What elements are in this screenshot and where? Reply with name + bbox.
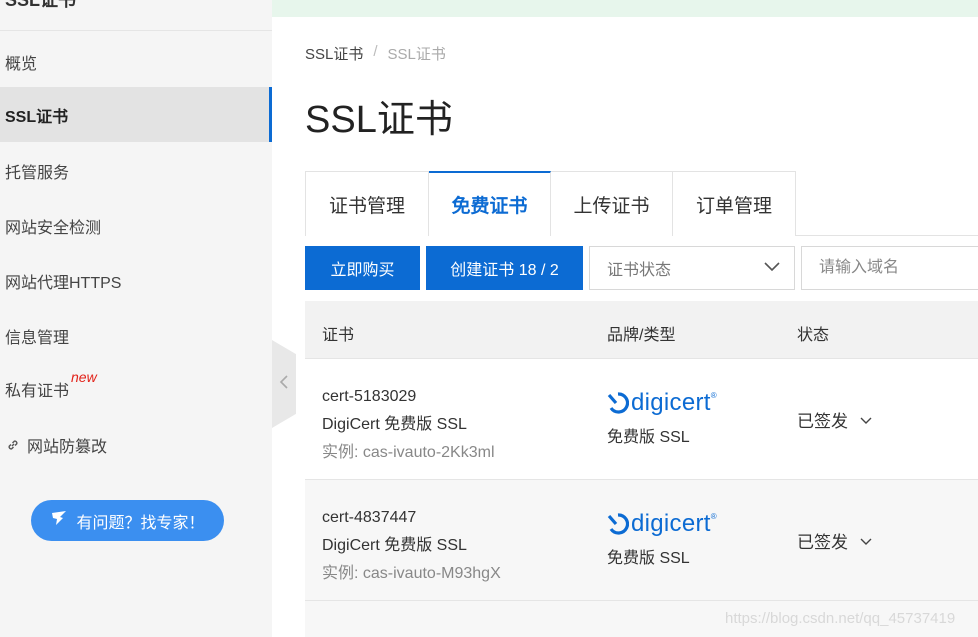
tab-label: 免费证书 <box>451 196 528 217</box>
table-row: cert-5183029 DigiCert 免费版 SSL 实例: cas-iv… <box>305 359 978 480</box>
sidebar-item-label: 私有证书 <box>5 382 70 400</box>
cert-status-select-value: 证书状态 <box>607 262 672 279</box>
cert-id: cert-4837447 <box>322 509 417 526</box>
digicert-logo: digicert ® <box>607 389 717 417</box>
cert-name: DigiCert 免费版 SSL <box>322 537 467 554</box>
breadcrumb-root[interactable]: SSL证书 <box>305 43 363 64</box>
create-cert-button[interactable]: 创建证书 18 / 2 <box>426 246 583 290</box>
tab-label: 上传证书 <box>573 195 650 217</box>
cert-status-select[interactable]: 证书状态 <box>589 246 795 290</box>
registered-mark: ® <box>710 511 717 521</box>
status-dropdown[interactable]: 已签发 <box>797 528 872 553</box>
ask-expert-button[interactable]: 有问题？找专家！ <box>31 500 224 541</box>
tab-label: 订单管理 <box>695 195 772 217</box>
sidebar-item-private-cert[interactable]: 私有证书 new <box>0 361 272 416</box>
sidebar-item-proxy-https[interactable]: 网站代理HTTPS <box>0 253 272 308</box>
tab-cert-management[interactable]: 证书管理 <box>306 171 429 236</box>
sidebar-item-label: 托管服务 <box>5 164 70 182</box>
sidebar-item-label: 网站防篡改 <box>27 438 108 456</box>
digicert-logo: digicert ® <box>607 510 717 538</box>
page-title: SSL证书 <box>305 99 453 141</box>
tab-order-management[interactable]: 订单管理 <box>673 171 796 236</box>
cert-instance-link[interactable]: 实例: cas-ivauto-M93hgX <box>322 560 501 588</box>
digicert-mark-icon <box>607 513 629 535</box>
chevron-down-icon <box>764 259 780 277</box>
digicert-mark-icon <box>607 392 629 414</box>
sidebar-top-title: SSL证书 <box>5 0 77 10</box>
chevron-down-icon <box>860 410 872 430</box>
watermark: https://blog.csdn.net/qq_45737419 <box>725 610 956 627</box>
cert-cell: cert-4837447 DigiCert 免费版 SSL 实例: cas-iv… <box>322 504 501 588</box>
sidebar-item-security-scan[interactable]: 网站安全检测 <box>0 198 272 253</box>
column-header-status: 状态 <box>797 327 830 344</box>
new-badge: new <box>71 368 97 385</box>
sidebar-item-overview[interactable]: 概览 <box>0 34 272 89</box>
cert-instance-link[interactable]: 实例: cas-ivauto-2Kk3ml <box>322 439 495 467</box>
status-label: 已签发 <box>797 533 848 552</box>
breadcrumb: SSL证书 / SSL证书 <box>305 43 446 64</box>
tab-upload-cert[interactable]: 上传证书 <box>551 171 673 236</box>
column-header-cert: 证书 <box>322 327 355 344</box>
chevron-down-icon <box>860 531 872 551</box>
ask-expert-label: 有问题？找专家！ <box>76 514 205 532</box>
cert-name: DigiCert 免费版 SSL <box>322 416 467 433</box>
status-dropdown[interactable]: 已签发 <box>797 407 872 432</box>
cert-table: 证书 品牌/类型 状态 cert-5183029 DigiCert 免费版 SS… <box>305 301 978 637</box>
sidebar-item-hosting[interactable]: 托管服务 <box>0 143 272 198</box>
divider <box>0 30 272 31</box>
domain-search-input[interactable] <box>801 246 978 290</box>
brand-name: digicert <box>631 389 711 416</box>
sidebar-item-info-management[interactable]: 信息管理 <box>0 308 272 363</box>
divider <box>796 235 978 236</box>
sidebar-collapse-handle[interactable] <box>272 340 296 428</box>
link-icon <box>5 437 21 453</box>
table-header: 证书 品牌/类型 状态 <box>305 301 978 359</box>
buy-now-button[interactable]: 立即购买 <box>305 246 420 290</box>
tab-free-cert[interactable]: 免费证书 <box>429 171 551 236</box>
status-label: 已签发 <box>797 412 848 431</box>
cert-id: cert-5183029 <box>322 388 417 405</box>
sidebar-item-ssl-cert[interactable]: SSL证书 <box>0 87 272 142</box>
bird-icon <box>50 509 68 532</box>
cert-cell: cert-5183029 DigiCert 免费版 SSL 实例: cas-iv… <box>322 383 495 467</box>
table-row: cert-4837447 DigiCert 免费版 SSL 实例: cas-iv… <box>305 480 978 601</box>
sidebar: SSL证书 概览 SSL证书 托管服务 网站安全检测 网站代理HTTPS 信息管… <box>0 0 272 637</box>
sidebar-item-label: SSL证书 <box>5 108 69 126</box>
sidebar-item-tamper-protection[interactable]: 网站防篡改 <box>0 417 272 472</box>
tab-label: 证书管理 <box>328 195 405 217</box>
breadcrumb-current: SSL证书 <box>387 46 446 63</box>
brand-name: digicert <box>631 510 711 537</box>
breadcrumb-separator: / <box>373 43 378 60</box>
sidebar-item-label: 网站安全检测 <box>5 219 102 237</box>
sidebar-item-label: 信息管理 <box>5 329 70 347</box>
cert-type: 免费版 SSL <box>607 429 690 446</box>
sidebar-item-label: 网站代理HTTPS <box>5 274 122 292</box>
column-header-brand: 品牌/类型 <box>607 327 676 344</box>
sidebar-item-label: 概览 <box>5 55 38 73</box>
notice-banner <box>272 0 978 17</box>
cert-type: 免费版 SSL <box>607 550 690 567</box>
chevron-left-icon <box>279 374 289 395</box>
registered-mark: ® <box>710 390 717 400</box>
tab-bar: 证书管理 免费证书 上传证书 订单管理 <box>305 171 796 236</box>
